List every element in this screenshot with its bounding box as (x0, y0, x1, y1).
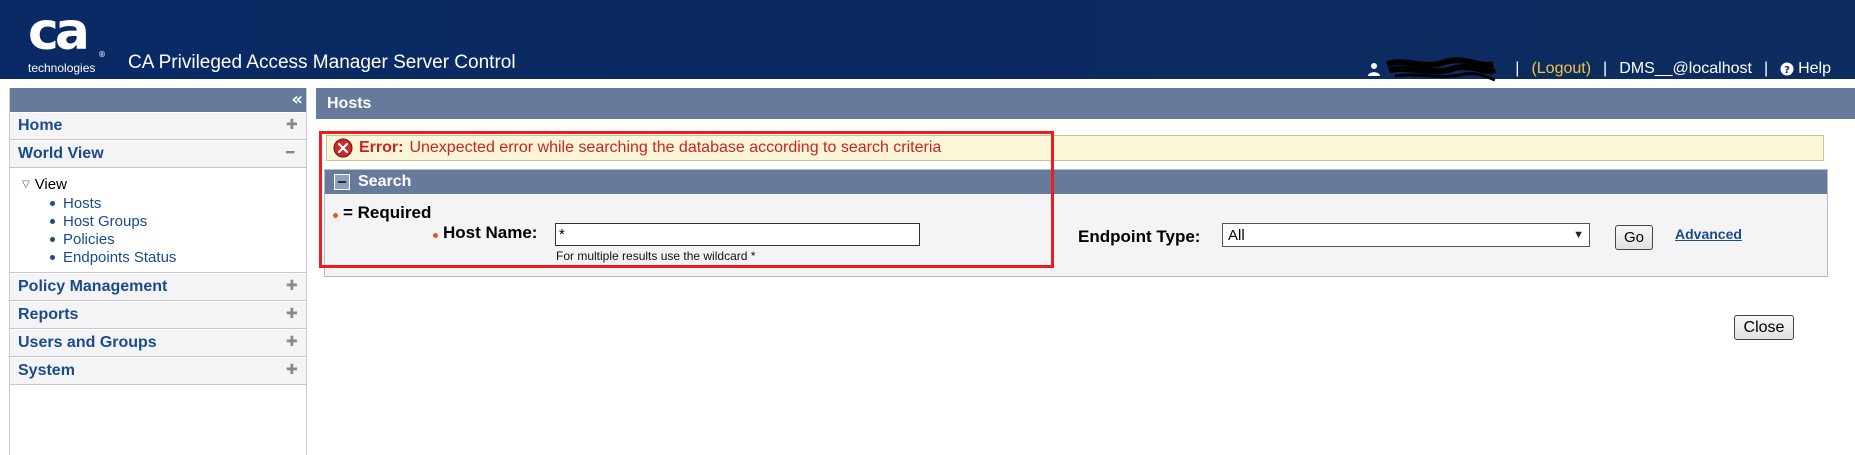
help-link[interactable]: Help (1798, 60, 1831, 78)
tree-link-label[interactable]: Endpoints Status (63, 249, 176, 266)
chevron-down-icon[interactable]: ▼ (1573, 229, 1584, 241)
advanced-link[interactable]: Advanced (1675, 226, 1742, 242)
collapse-panel-icon[interactable] (334, 174, 350, 190)
tree-node-view[interactable]: ▽ View (22, 174, 306, 194)
world-view-tree: ▽ View Hosts Host Groups Policies Endpoi… (10, 168, 306, 273)
host-info: DMS__@localhost (1619, 60, 1752, 77)
required-dot-icon (433, 232, 438, 238)
sidebar-item-reports[interactable]: Reports ✚ (10, 301, 306, 329)
plus-icon[interactable]: ✚ (286, 307, 298, 321)
search-panel-header[interactable]: Search (325, 170, 1827, 194)
required-legend-text: = Required (343, 203, 432, 222)
bullet-icon (50, 254, 55, 260)
main-content: Hosts Error: Unexpected error while sear… (316, 88, 1855, 455)
sidebar-item-label[interactable]: World View (18, 145, 104, 163)
sidebar-item-label[interactable]: System (18, 362, 75, 380)
tree-link-hosts[interactable]: Hosts (50, 194, 306, 212)
tree-link-label[interactable]: Hosts (63, 195, 101, 212)
page-title: Hosts (316, 88, 1855, 119)
bullet-icon (50, 200, 55, 206)
sidebar-item-system[interactable]: System ✚ (10, 357, 306, 385)
error-label: Error: (359, 139, 404, 156)
sidebar-toolbar: « (10, 88, 306, 112)
user-icon (1368, 63, 1381, 76)
tree-link-endpoints-status[interactable]: Endpoints Status (50, 248, 306, 266)
registered-mark: ® (98, 50, 106, 59)
triangle-down-icon[interactable]: ▽ (22, 179, 30, 190)
sidebar-item-home[interactable]: Home ✚ (10, 112, 306, 140)
minus-icon[interactable]: ━ (286, 146, 298, 160)
sidebar-item-label[interactable]: Users and Groups (18, 334, 157, 352)
separator: | (1603, 60, 1608, 77)
error-text: Unexpected error while searching the dat… (409, 139, 942, 156)
double-chevron-left-icon[interactable]: « (291, 91, 303, 109)
tree-link-label[interactable]: Host Groups (63, 213, 147, 230)
sidebar-item-users-and-groups[interactable]: Users and Groups ✚ (10, 329, 306, 357)
sidebar-item-policy-management[interactable]: Policy Management ✚ (10, 273, 306, 301)
logo-subtext: technologies (28, 61, 96, 75)
separator: | (1763, 60, 1769, 77)
endpoint-type-select[interactable]: All ▼ (1222, 223, 1590, 247)
app-title: CA Privileged Access Manager Server Cont… (128, 52, 516, 73)
tree-node-label[interactable]: View (35, 176, 67, 193)
bullet-icon (50, 218, 55, 224)
help-circle-icon[interactable]: ? (1780, 62, 1794, 76)
top-nav: | (Logout) | DMS__@localhost | ? Help (1367, 56, 1831, 82)
logo-text: ca (28, 2, 90, 62)
close-button[interactable]: Close (1734, 315, 1794, 340)
endpoint-type-label: Endpoint Type: (1078, 227, 1201, 246)
endpoint-type-value: All (1228, 226, 1245, 244)
wildcard-hint: For multiple results use the wildcard * (556, 249, 756, 263)
sidebar-item-label[interactable]: Home (18, 117, 62, 135)
plus-icon[interactable]: ✚ (286, 279, 298, 293)
plus-icon[interactable]: ✚ (286, 118, 298, 132)
separator: | (1515, 60, 1520, 77)
ca-logo[interactable]: ca ® technologies (26, 2, 106, 76)
bullet-icon (50, 236, 55, 242)
plus-icon[interactable]: ✚ (286, 363, 298, 377)
tree-children: Hosts Host Groups Policies Endpoints Sta… (50, 194, 306, 266)
required-dot-icon (333, 212, 338, 218)
sidebar-item-world-view[interactable]: World View ━ (10, 140, 306, 168)
host-name-input[interactable] (555, 223, 920, 246)
app-header: ca ® technologies CA Privileged Access M… (0, 0, 1855, 82)
go-button[interactable]: Go (1615, 225, 1653, 250)
redacted-username (1386, 57, 1497, 82)
logout-link[interactable]: (Logout) (1531, 60, 1591, 78)
tree-link-policies[interactable]: Policies (50, 230, 306, 248)
tree-link-host-groups[interactable]: Host Groups (50, 212, 306, 230)
host-name-label: Host Name: (433, 223, 537, 243)
tree-link-label[interactable]: Policies (63, 231, 115, 248)
required-legend: = Required (333, 203, 431, 223)
sidebar-item-label[interactable]: Policy Management (18, 278, 167, 296)
error-x-circle-icon (333, 138, 353, 158)
search-panel-title: Search (358, 173, 412, 190)
svg-text:?: ? (1784, 65, 1790, 76)
sidebar-item-label[interactable]: Reports (18, 306, 78, 324)
plus-icon[interactable]: ✚ (286, 335, 298, 349)
sidebar: « Home ✚ World View ━ ▽ View Hosts Host … (9, 88, 307, 455)
host-name-label-text: Host Name: (443, 223, 538, 242)
search-panel: Search = Required Host Name: For multipl… (324, 169, 1828, 277)
error-message-bar: Error: Unexpected error while searching … (326, 135, 1824, 161)
